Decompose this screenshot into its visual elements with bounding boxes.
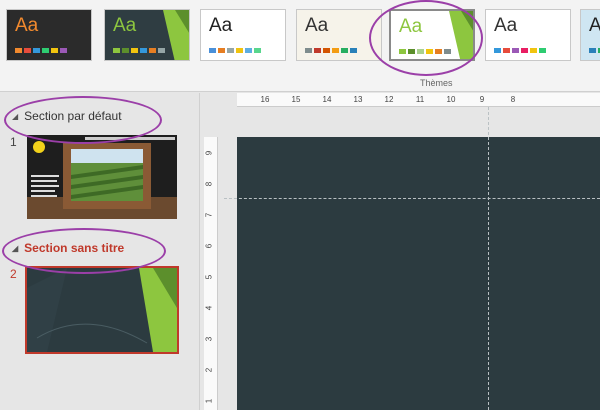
- color-swatch: [444, 49, 451, 54]
- horizontal-guide[interactable]: [224, 198, 600, 199]
- color-swatch: [314, 48, 321, 53]
- slide-thumbnail-1[interactable]: [27, 135, 177, 219]
- section-title: Section par défaut: [24, 109, 122, 123]
- section-header-untitled[interactable]: ◢ Section sans titre: [12, 241, 124, 255]
- theme-color-swatches: [305, 48, 357, 53]
- theme-thumbnail-3[interactable]: Aa: [200, 9, 286, 61]
- theme-sample-text: Ac: [589, 15, 600, 37]
- color-swatch: [122, 48, 129, 53]
- slide-number: 2: [10, 267, 17, 281]
- color-swatch: [131, 48, 138, 53]
- slide-canvas[interactable]: [237, 137, 600, 410]
- ruler-tick-label: 9: [479, 95, 485, 104]
- color-swatch: [113, 48, 120, 53]
- theme-sample-text: Aa: [399, 16, 423, 37]
- color-swatch: [218, 48, 225, 53]
- ruler-tick-label: 12: [384, 95, 394, 104]
- color-swatch: [209, 48, 216, 53]
- color-swatch: [408, 49, 415, 54]
- theme-thumbnail-2[interactable]: Aa: [104, 9, 190, 61]
- color-swatch: [539, 48, 546, 53]
- color-swatch: [236, 48, 243, 53]
- theme-color-swatches: [209, 48, 261, 53]
- ruler-tick-label: 7: [204, 212, 214, 218]
- theme-thumbnail-1[interactable]: Aa: [6, 9, 92, 61]
- color-swatch: [435, 49, 442, 54]
- theme-thumbnail-5[interactable]: Aa: [389, 9, 475, 61]
- theme-thumbnail-7[interactable]: Ac: [580, 9, 600, 61]
- color-swatch: [350, 48, 357, 53]
- color-swatch: [530, 48, 537, 53]
- color-swatch: [149, 48, 156, 53]
- ruler-tick-label: 9: [204, 150, 214, 156]
- slide-number: 1: [10, 135, 17, 149]
- theme-sample-text: Aa: [113, 15, 137, 36]
- theme-thumbnail-6[interactable]: Aa: [485, 9, 571, 61]
- theme-sample-text: Aa: [494, 15, 518, 36]
- ruler-tick-label: 15: [291, 95, 301, 104]
- collapse-triangle-icon[interactable]: ◢: [12, 112, 18, 121]
- ruler-tick-label: 16: [260, 95, 270, 104]
- color-swatch: [140, 48, 147, 53]
- section-header-default[interactable]: ◢ Section par défaut: [12, 109, 122, 123]
- color-swatch: [60, 48, 67, 53]
- slide-thumbnail-2-selected[interactable]: [25, 266, 179, 354]
- ruler-tick-label: 4: [204, 305, 214, 311]
- slide-thumbnail-pane[interactable]: ◢ Section par défaut 1 ◢ Section sans ti…: [0, 93, 200, 410]
- ruler-tick-label: 8: [510, 95, 516, 104]
- slide-1-preview-image: [27, 135, 177, 219]
- theme-sample-text: Aa: [305, 15, 329, 36]
- ruler-tick-label: 11: [415, 95, 425, 104]
- color-swatch: [245, 48, 252, 53]
- ruler-tick-label: 3: [204, 336, 214, 342]
- color-swatch: [399, 49, 406, 54]
- color-swatch: [503, 48, 510, 53]
- ruler-tick-label: 5: [204, 274, 214, 280]
- theme-thumbnail-4[interactable]: Aa: [296, 9, 382, 61]
- theme-color-swatches: [589, 48, 600, 53]
- ruler-tick-label: 13: [353, 95, 363, 104]
- ruler-tick-label: 1: [204, 398, 214, 404]
- slide-2-preview-image: [27, 268, 177, 352]
- vertical-ruler[interactable]: 9 8 7 6 5 4 3 2 1: [204, 137, 218, 410]
- ruler-tick-label: 8: [204, 181, 214, 187]
- ruler-tick-label: 10: [446, 95, 456, 104]
- color-swatch: [15, 48, 22, 53]
- color-swatch: [521, 48, 528, 53]
- color-swatch: [426, 49, 433, 54]
- themes-ribbon: Aa Aa Aa Aa Aa Aa Ac Thèmes: [0, 0, 600, 92]
- color-swatch: [341, 48, 348, 53]
- themes-caption: Thèmes: [420, 78, 453, 88]
- ruler-tick-label: 2: [204, 367, 214, 373]
- horizontal-ruler[interactable]: 16 15 14 13 12 11 10 9 8: [237, 93, 600, 107]
- color-swatch: [158, 48, 165, 53]
- theme-sample-text: Aa: [209, 15, 233, 36]
- color-swatch: [42, 48, 49, 53]
- color-swatch: [332, 48, 339, 53]
- color-swatch: [227, 48, 234, 53]
- color-swatch: [24, 48, 31, 53]
- color-swatch: [494, 48, 501, 53]
- color-swatch: [305, 48, 312, 53]
- vertical-guide[interactable]: [488, 107, 489, 410]
- theme-color-swatches: [113, 48, 165, 53]
- color-swatch: [323, 48, 330, 53]
- color-swatch: [51, 48, 58, 53]
- theme-color-swatches: [399, 49, 451, 54]
- theme-color-swatches: [15, 48, 67, 53]
- color-swatch: [512, 48, 519, 53]
- collapse-triangle-icon[interactable]: ◢: [12, 244, 18, 253]
- theme-sample-text: Aa: [15, 15, 39, 36]
- theme-color-swatches: [494, 48, 546, 53]
- powerpoint-window: Aa Aa Aa Aa Aa Aa Ac Thèmes ◢ Section par défa…: [0, 0, 600, 410]
- color-swatch: [417, 49, 424, 54]
- color-swatch: [33, 48, 40, 53]
- color-swatch: [589, 48, 596, 53]
- ruler-tick-label: 14: [322, 95, 332, 104]
- color-swatch: [254, 48, 261, 53]
- section-title: Section sans titre: [24, 241, 125, 255]
- ruler-tick-label: 6: [204, 243, 214, 249]
